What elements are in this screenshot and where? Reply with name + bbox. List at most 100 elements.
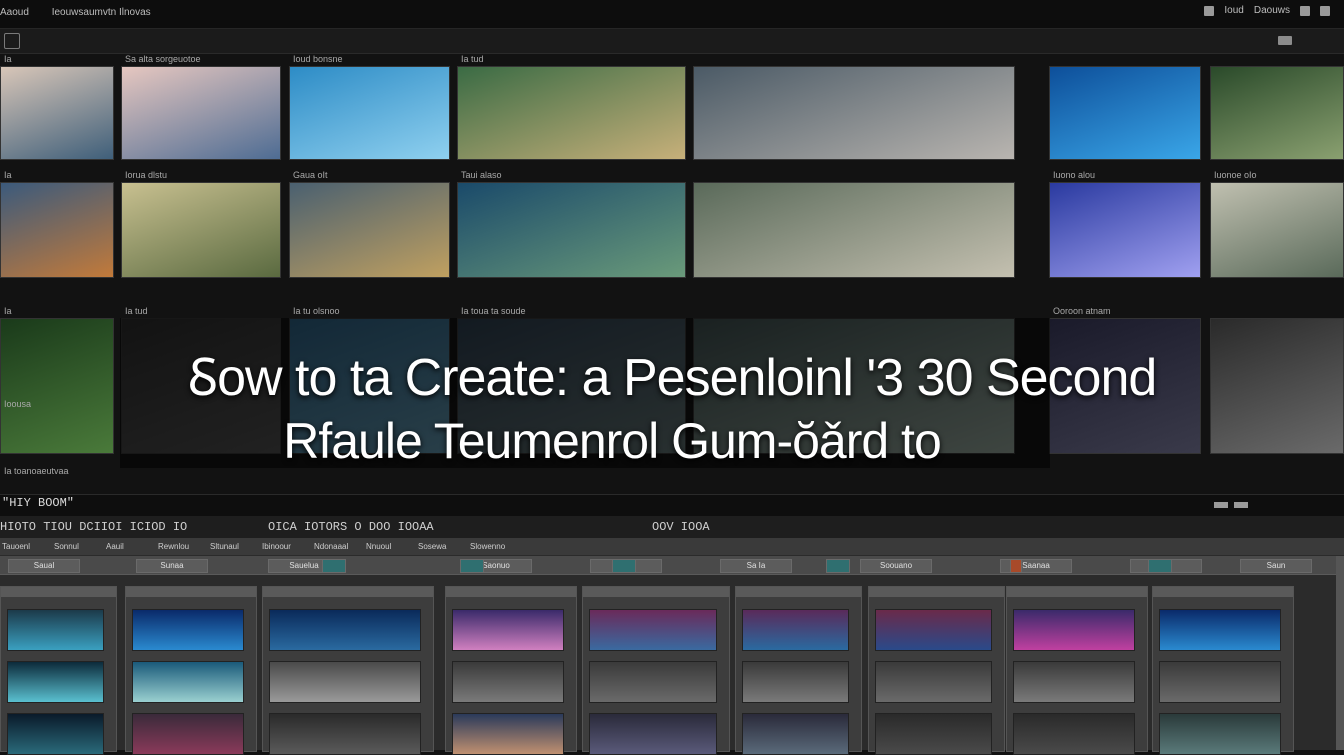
top-bar-right-item-0[interactable]: Ioud [1224, 5, 1243, 16]
track-header[interactable] [263, 587, 433, 597]
timeline-clip[interactable] [875, 713, 992, 755]
timeline-track-panel[interactable] [582, 586, 730, 755]
editor-menu-item[interactable]: Sonnul [54, 542, 79, 551]
editor-menu-item[interactable]: Nnuoul [366, 542, 391, 551]
top-bar-item-1[interactable]: Ieouwsaumvtn Ilnovas [52, 7, 151, 18]
tool-toggle[interactable] [1148, 559, 1172, 573]
thumbnail-image[interactable] [0, 182, 114, 278]
timeline-clip[interactable] [742, 661, 849, 703]
timeline-clip[interactable] [7, 609, 104, 651]
timeline-track-panel[interactable] [0, 586, 117, 755]
thumbnail-image[interactable] [0, 66, 114, 160]
editor-scrollbar[interactable] [1336, 556, 1344, 750]
status-icon-b[interactable] [1234, 502, 1248, 508]
timeline-track-panel[interactable] [262, 586, 434, 755]
timeline-clip[interactable] [589, 661, 717, 703]
timeline-track-panel[interactable] [125, 586, 257, 755]
editor-tool-button[interactable]: Saual [8, 559, 80, 573]
thumbnail-cell[interactable] [1210, 54, 1344, 160]
timeline-clip[interactable] [269, 609, 421, 651]
track-header[interactable] [126, 587, 256, 597]
thumbnail-image[interactable] [1210, 182, 1344, 278]
editor-tool-button[interactable]: Soouano [860, 559, 932, 573]
timeline-track-panel[interactable] [735, 586, 862, 755]
thumbnail-cell[interactable]: Ioud bonsne [289, 54, 450, 160]
thumbnail-cell[interactable]: Gaua oIt [289, 170, 450, 278]
tool-toggle[interactable] [460, 559, 484, 573]
timeline-clip[interactable] [132, 713, 244, 755]
timeline-track-panel[interactable] [1152, 586, 1294, 755]
timeline-clip[interactable] [7, 713, 104, 755]
record-toggle[interactable] [1010, 559, 1022, 573]
timeline-clip[interactable] [452, 661, 564, 703]
timeline-clip[interactable] [452, 609, 564, 651]
thumbnail-cell[interactable]: Ia [0, 170, 114, 278]
thumbnail-cell[interactable] [693, 170, 1015, 278]
grid-icon[interactable] [1300, 5, 1310, 16]
track-header[interactable] [736, 587, 861, 597]
editor-menu-item[interactable]: Tauoenl [2, 542, 30, 551]
thumbnail-cell[interactable] [693, 54, 1015, 160]
window-icon[interactable] [1204, 5, 1215, 16]
timeline-track-panel[interactable] [868, 586, 1005, 755]
thumbnail-image[interactable] [693, 66, 1015, 160]
timeline-clip[interactable] [132, 661, 244, 703]
thumbnail-image[interactable] [457, 182, 686, 278]
thumbnail-image[interactable] [1049, 182, 1201, 278]
track-header[interactable] [583, 587, 729, 597]
thumbnail-image[interactable] [1049, 66, 1201, 160]
thumbnail-image[interactable] [457, 66, 686, 160]
timeline-clip[interactable] [132, 609, 244, 651]
thumbnail-cell[interactable] [1049, 54, 1201, 160]
camera-icon[interactable] [1278, 36, 1292, 45]
editor-menu-item[interactable]: Sosewa [418, 542, 446, 551]
menu-icon[interactable] [4, 33, 20, 49]
thumbnail-image[interactable] [289, 182, 450, 278]
status-icon-a[interactable] [1214, 502, 1228, 508]
track-header[interactable] [446, 587, 576, 597]
top-bar-right-item-1[interactable]: Daouws [1254, 5, 1290, 16]
editor-menu-item[interactable]: Rewnlou [158, 542, 189, 551]
timeline-clip[interactable] [1013, 713, 1135, 755]
timeline-clip[interactable] [875, 609, 992, 651]
timeline-clip[interactable] [1013, 609, 1135, 651]
thumbnail-image[interactable] [693, 182, 1015, 278]
timeline-clip[interactable] [1159, 661, 1281, 703]
thumbnail-image[interactable] [121, 66, 281, 160]
thumbnail-image[interactable] [289, 66, 450, 160]
close-icon[interactable] [1320, 5, 1330, 16]
timeline-clip[interactable] [1159, 609, 1281, 651]
timeline-clip[interactable] [1013, 661, 1135, 703]
editor-menu-item[interactable]: Sltunaul [210, 542, 239, 551]
timeline-clip[interactable] [452, 713, 564, 755]
timeline-clip[interactable] [589, 713, 717, 755]
track-header[interactable] [869, 587, 1004, 597]
thumbnail-cell[interactable]: Ia [0, 54, 114, 160]
thumbnail-cell[interactable]: Sa alta sorgeuotoe [121, 54, 281, 160]
thumbnail-image[interactable] [121, 182, 281, 278]
tool-toggle[interactable] [322, 559, 346, 573]
timeline-clip[interactable] [742, 609, 849, 651]
editor-menu-item[interactable]: Slowenno [470, 542, 505, 551]
track-header[interactable] [1007, 587, 1147, 597]
editor-menu-item[interactable]: Aauil [106, 542, 124, 551]
timeline-clip[interactable] [269, 661, 421, 703]
thumbnail-cell[interactable]: Iorua dlstu [121, 170, 281, 278]
timeline-clip[interactable] [742, 713, 849, 755]
track-header[interactable] [1153, 587, 1293, 597]
track-header[interactable] [1, 587, 116, 597]
thumbnail-cell[interactable]: Ia tud [457, 54, 686, 160]
timeline-clip[interactable] [7, 661, 104, 703]
timeline-clip[interactable] [875, 661, 992, 703]
thumbnail-image[interactable] [1210, 66, 1344, 160]
thumbnail-cell[interactable]: Iuono alou [1049, 170, 1201, 278]
timeline-clip[interactable] [589, 609, 717, 651]
timeline-track-panel[interactable] [445, 586, 577, 755]
editor-menu-item[interactable]: Ndonaaal [314, 542, 348, 551]
tool-toggle[interactable] [612, 559, 636, 573]
timeline-clip[interactable] [269, 713, 421, 755]
tool-toggle[interactable] [826, 559, 850, 573]
editor-tool-button[interactable]: Sunaa [136, 559, 208, 573]
editor-tool-button[interactable]: Saun [1240, 559, 1312, 573]
thumbnail-cell[interactable]: Taui alaso [457, 170, 686, 278]
